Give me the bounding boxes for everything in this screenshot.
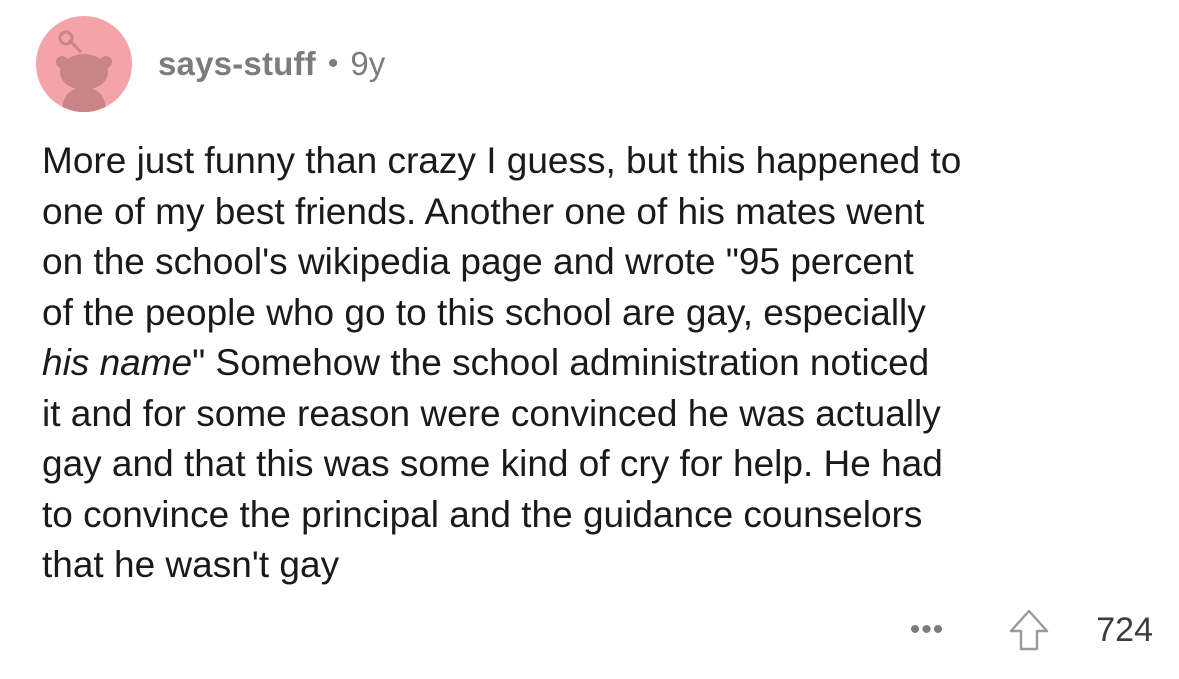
body-line: gay and that this was some kind of cry f… bbox=[42, 443, 943, 484]
body-line-rest: " Somehow the school administration noti… bbox=[192, 342, 930, 383]
body-line: that he wasn't gay bbox=[42, 544, 340, 585]
body-italic-text: his name bbox=[42, 342, 193, 383]
body-line: on the school's wikipedia page and wrote… bbox=[42, 241, 914, 282]
comment-body: More just funny than crazy I guess, but … bbox=[42, 136, 1152, 591]
body-line: one of my best friends. Another one of h… bbox=[42, 190, 925, 232]
body-line: More just funny than crazy I guess, but … bbox=[42, 140, 962, 181]
body-line: his name" Somehow the school administrat… bbox=[42, 338, 1152, 389]
body-line: it and for some reason were convinced he… bbox=[42, 392, 941, 434]
body-line: to convince the principal and the guidan… bbox=[42, 493, 923, 535]
more-options-button[interactable]: ••• bbox=[910, 613, 945, 647]
upvote-arrow-icon[interactable] bbox=[1006, 607, 1052, 653]
body-line: of the people who go to this school are … bbox=[42, 291, 926, 333]
vote-score: 724 bbox=[1096, 610, 1153, 649]
snoo-icon bbox=[56, 30, 112, 112]
username[interactable]: says-stuff bbox=[158, 45, 316, 83]
comment-header: says-stuff • 9y bbox=[36, 16, 385, 112]
meta-separator: • bbox=[327, 47, 339, 80]
comment-age: 9y bbox=[350, 45, 386, 82]
comment-actions: ••• 724 bbox=[910, 600, 1153, 660]
avatar[interactable] bbox=[36, 16, 132, 112]
